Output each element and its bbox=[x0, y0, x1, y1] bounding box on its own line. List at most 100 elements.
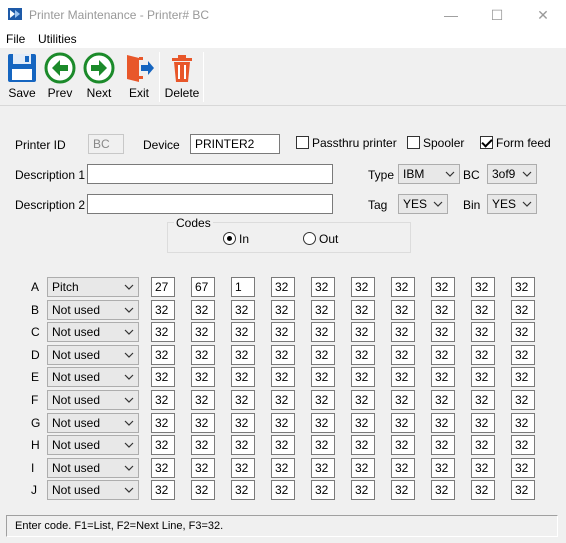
code-cell[interactable]: 32 bbox=[471, 367, 495, 387]
code-cell[interactable]: 32 bbox=[191, 480, 215, 500]
code-cell[interactable]: 32 bbox=[311, 367, 335, 387]
code-cell[interactable]: 32 bbox=[151, 458, 175, 478]
code-cell[interactable]: 32 bbox=[271, 390, 295, 410]
code-cell[interactable]: 32 bbox=[191, 345, 215, 365]
code-cell[interactable]: 32 bbox=[231, 300, 255, 320]
code-row-select[interactable]: Not used bbox=[47, 435, 139, 455]
code-cell[interactable]: 32 bbox=[391, 367, 415, 387]
code-cell[interactable]: 32 bbox=[271, 413, 295, 433]
code-cell[interactable]: 32 bbox=[511, 435, 535, 455]
tag-select[interactable]: YES bbox=[398, 194, 448, 214]
code-cell[interactable]: 32 bbox=[191, 367, 215, 387]
code-cell[interactable]: 27 bbox=[151, 277, 175, 297]
code-cell[interactable]: 32 bbox=[391, 390, 415, 410]
code-cell[interactable]: 32 bbox=[231, 322, 255, 342]
code-cell[interactable]: 32 bbox=[431, 435, 455, 455]
code-cell[interactable]: 32 bbox=[351, 435, 375, 455]
code-cell[interactable]: 32 bbox=[431, 277, 455, 297]
code-cell[interactable]: 32 bbox=[391, 345, 415, 365]
code-cell[interactable]: 32 bbox=[511, 322, 535, 342]
code-cell[interactable]: 67 bbox=[191, 277, 215, 297]
code-cell[interactable]: 32 bbox=[231, 390, 255, 410]
code-cell[interactable]: 32 bbox=[271, 435, 295, 455]
code-cell[interactable]: 32 bbox=[431, 390, 455, 410]
code-row-select[interactable]: Not used bbox=[47, 300, 139, 320]
code-cell[interactable]: 32 bbox=[271, 480, 295, 500]
code-cell[interactable]: 32 bbox=[471, 300, 495, 320]
code-cell[interactable]: 32 bbox=[351, 277, 375, 297]
passthru-checkbox[interactable] bbox=[296, 136, 309, 149]
code-cell[interactable]: 32 bbox=[391, 300, 415, 320]
code-cell[interactable]: 32 bbox=[271, 345, 295, 365]
code-cell[interactable]: 32 bbox=[471, 390, 495, 410]
close-button[interactable]: ✕ bbox=[520, 0, 566, 30]
code-cell[interactable]: 32 bbox=[231, 458, 255, 478]
code-cell[interactable]: 32 bbox=[431, 345, 455, 365]
code-row-select[interactable]: Not used bbox=[47, 345, 139, 365]
code-cell[interactable]: 32 bbox=[351, 413, 375, 433]
code-cell[interactable]: 32 bbox=[471, 345, 495, 365]
code-cell[interactable]: 32 bbox=[511, 277, 535, 297]
description1-field[interactable] bbox=[87, 164, 333, 184]
code-cell[interactable]: 32 bbox=[311, 435, 335, 455]
code-cell[interactable]: 32 bbox=[471, 413, 495, 433]
code-row-select[interactable]: Not used bbox=[47, 413, 139, 433]
code-cell[interactable]: 32 bbox=[151, 322, 175, 342]
code-cell[interactable]: 1 bbox=[231, 277, 255, 297]
prev-button[interactable]: Prev bbox=[40, 52, 80, 102]
code-row-select[interactable]: Not used bbox=[47, 458, 139, 478]
code-cell[interactable]: 32 bbox=[431, 413, 455, 433]
code-cell[interactable]: 32 bbox=[511, 367, 535, 387]
bin-select[interactable]: YES bbox=[487, 194, 537, 214]
code-cell[interactable]: 32 bbox=[191, 458, 215, 478]
menu-file[interactable]: File bbox=[6, 32, 25, 46]
code-cell[interactable]: 32 bbox=[151, 390, 175, 410]
code-cell[interactable]: 32 bbox=[311, 322, 335, 342]
code-cell[interactable]: 32 bbox=[351, 367, 375, 387]
code-cell[interactable]: 32 bbox=[311, 390, 335, 410]
type-select[interactable]: IBM bbox=[398, 164, 460, 184]
code-cell[interactable]: 32 bbox=[231, 480, 255, 500]
maximize-button[interactable]: ☐ bbox=[474, 0, 520, 30]
code-cell[interactable]: 32 bbox=[431, 300, 455, 320]
code-cell[interactable]: 32 bbox=[311, 345, 335, 365]
code-cell[interactable]: 32 bbox=[271, 367, 295, 387]
code-cell[interactable]: 32 bbox=[431, 322, 455, 342]
code-cell[interactable]: 32 bbox=[351, 480, 375, 500]
code-row-select[interactable]: Not used bbox=[47, 390, 139, 410]
code-cell[interactable]: 32 bbox=[351, 345, 375, 365]
code-cell[interactable]: 32 bbox=[391, 322, 415, 342]
code-cell[interactable]: 32 bbox=[191, 322, 215, 342]
codes-in-radio[interactable] bbox=[223, 232, 236, 245]
code-cell[interactable]: 32 bbox=[351, 458, 375, 478]
code-cell[interactable]: 32 bbox=[511, 390, 535, 410]
device-field[interactable]: PRINTER2 bbox=[190, 134, 280, 154]
menu-utilities[interactable]: Utilities bbox=[38, 32, 77, 46]
code-cell[interactable]: 32 bbox=[511, 300, 535, 320]
code-cell[interactable]: 32 bbox=[271, 300, 295, 320]
description2-field[interactable] bbox=[87, 194, 333, 214]
code-row-select[interactable]: Not used bbox=[47, 322, 139, 342]
code-cell[interactable]: 32 bbox=[431, 458, 455, 478]
code-cell[interactable]: 32 bbox=[511, 480, 535, 500]
spooler-checkbox[interactable] bbox=[407, 136, 420, 149]
code-cell[interactable]: 32 bbox=[191, 300, 215, 320]
next-button[interactable]: Next bbox=[79, 52, 119, 102]
code-cell[interactable]: 32 bbox=[311, 480, 335, 500]
code-cell[interactable]: 32 bbox=[471, 458, 495, 478]
code-cell[interactable]: 32 bbox=[351, 322, 375, 342]
code-cell[interactable]: 32 bbox=[231, 367, 255, 387]
code-cell[interactable]: 32 bbox=[431, 480, 455, 500]
code-cell[interactable]: 32 bbox=[391, 480, 415, 500]
code-cell[interactable]: 32 bbox=[151, 367, 175, 387]
code-cell[interactable]: 32 bbox=[311, 277, 335, 297]
code-cell[interactable]: 32 bbox=[271, 277, 295, 297]
save-button[interactable]: Save bbox=[2, 52, 42, 102]
code-cell[interactable]: 32 bbox=[151, 435, 175, 455]
code-cell[interactable]: 32 bbox=[311, 458, 335, 478]
code-cell[interactable]: 32 bbox=[231, 413, 255, 433]
formfeed-checkbox[interactable] bbox=[480, 136, 493, 149]
delete-button[interactable]: Delete bbox=[162, 52, 202, 102]
code-cell[interactable]: 32 bbox=[471, 322, 495, 342]
code-cell[interactable]: 32 bbox=[191, 390, 215, 410]
